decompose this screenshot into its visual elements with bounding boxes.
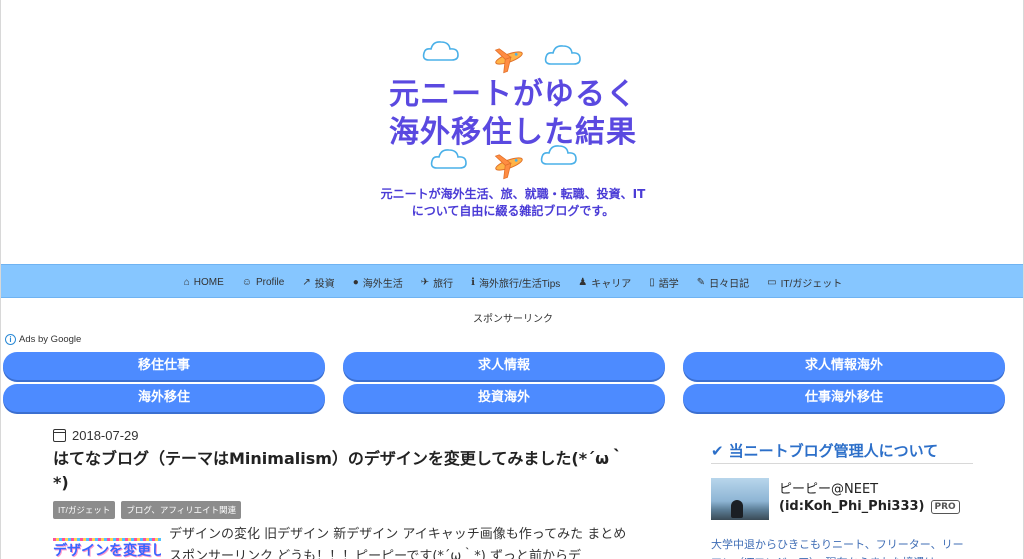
thumbnail-text: デザインを変更し bbox=[53, 543, 161, 559]
nav-item-label: 語学 bbox=[658, 278, 679, 290]
ad-link-button[interactable]: 求人情報 bbox=[343, 352, 665, 380]
person-icon: ♟ bbox=[578, 276, 588, 288]
category-tag[interactable]: IT/ガジェット bbox=[53, 501, 116, 519]
site-header: 元ニートがゆるく 海外移住した結果 元ニートが海外生活、旅、就職・転職、投資、I… bbox=[1, 0, 1023, 264]
post-date-text: 2018-07-29 bbox=[72, 428, 139, 443]
nav-item-language[interactable]: ▯ 語学 bbox=[649, 265, 679, 299]
cloud-icon bbox=[422, 41, 459, 61]
nav-list: ⌂ HOME ☺ Profile ↗ 投資 ● 海外生活 ✈ 旅行 ℹ 海外旅行/生活Tip… bbox=[1, 265, 1023, 299]
globe-icon: ● bbox=[352, 276, 359, 288]
check-icon: ✔ bbox=[711, 441, 724, 460]
site-logo[interactable]: 元ニートがゆるく 海外移住した結果 元ニートが海外生活、旅、就職・転職、投資、I… bbox=[377, 38, 649, 238]
ads-by-google[interactable]: i Ads by Google bbox=[5, 334, 81, 345]
plane-icon: ✈ bbox=[420, 276, 430, 288]
avatar-figure bbox=[731, 500, 743, 518]
edit-icon: ✎ bbox=[696, 276, 706, 288]
sidebar-heading: ✔ 当ニートブログ管理人について bbox=[711, 440, 938, 461]
book-icon: ▯ bbox=[649, 276, 655, 288]
nav-item-travel[interactable]: ✈ 旅行 bbox=[421, 265, 453, 299]
nav-item-label: HOME bbox=[193, 276, 224, 288]
post-date: 2018-07-29 bbox=[53, 428, 633, 443]
cloud-icon bbox=[544, 45, 581, 65]
nav-item-home[interactable]: ⌂ HOME bbox=[184, 265, 224, 299]
ad-link-button[interactable]: 求人情報海外 bbox=[683, 352, 1005, 380]
nav-item-label: 海外旅行/生活Tips bbox=[478, 278, 561, 290]
site-subtitle: 元ニートが海外生活、旅、就職・転職、投資、IT について自由に綴る雑記ブログです… bbox=[371, 186, 655, 220]
nav-item-label: 海外生活 bbox=[362, 278, 403, 290]
nav-item-profile[interactable]: ☺ Profile bbox=[242, 265, 285, 299]
avatar[interactable] bbox=[711, 478, 769, 520]
site-title: 元ニートがゆるく 海外移住した結果 bbox=[377, 76, 649, 152]
calendar-icon bbox=[53, 429, 66, 442]
ad-link-button[interactable]: 移住仕事 bbox=[3, 352, 325, 380]
page-frame: 元ニートがゆるく 海外移住した結果 元ニートが海外生活、旅、就職・転職、投資、I… bbox=[0, 0, 1024, 559]
profile-id-text: (id:Koh_Phi_Phi333) bbox=[779, 499, 925, 514]
profile-icon: ☺ bbox=[241, 276, 252, 288]
laptop-icon: ▭ bbox=[767, 276, 777, 288]
ad-link-button[interactable]: 海外移住 bbox=[3, 384, 325, 412]
sidebar-heading-text: 当ニートブログ管理人について bbox=[728, 442, 939, 460]
chart-icon: ↗ bbox=[302, 276, 311, 288]
category-tag[interactable]: ブログ、アフィリエイト関連 bbox=[121, 501, 242, 519]
profile-id[interactable]: (id:Koh_Phi_Phi333) PRO bbox=[779, 499, 960, 514]
airplane-icon bbox=[494, 48, 523, 74]
ad-link-button[interactable]: 仕事海外移住 bbox=[683, 384, 1005, 412]
nav-item-label: 投資 bbox=[314, 278, 335, 290]
site-title-line1: 元ニートがゆるく bbox=[389, 77, 637, 112]
nav-item-label: IT/ガジェット bbox=[780, 278, 843, 290]
profile-description: 大学中退からひきこもりニート、フリーター、リーマン（ITエンジニア）、現在からま… bbox=[711, 538, 964, 559]
nav-item-overseas-life[interactable]: ● 海外生活 bbox=[353, 265, 403, 299]
nav-item-tips[interactable]: ℹ 海外旅行/生活Tips bbox=[471, 265, 560, 299]
nav-item-diary[interactable]: ✎ 日々日記 bbox=[697, 265, 749, 299]
post-title[interactable]: はてなブログ（テーマはMinimalism）のデザインを変更してみました(*´ω… bbox=[53, 447, 633, 495]
ads-label-text: Ads by Google bbox=[19, 334, 82, 345]
nav-item-it[interactable]: ▭ IT/ガジェット bbox=[767, 265, 842, 299]
nav-item-invest[interactable]: ↗ 投資 bbox=[302, 265, 334, 299]
ad-link-button[interactable]: 投資海外 bbox=[343, 384, 665, 412]
main-nav: ⌂ HOME ☺ Profile ↗ 投資 ● 海外生活 ✈ 旅行 ℹ 海外旅行/生活Tip… bbox=[1, 264, 1023, 299]
post-entry: 2018-07-29 はてなブログ（テーマはMinimalism）のデザインを変… bbox=[53, 428, 633, 519]
sponsor-label: スポンサーリンク bbox=[473, 314, 553, 325]
profile-name[interactable]: ピーピー@NEET bbox=[779, 478, 878, 497]
info-icon: i bbox=[5, 334, 16, 345]
divider bbox=[711, 463, 973, 464]
pro-badge: PRO bbox=[930, 499, 960, 514]
nav-item-label: 旅行 bbox=[433, 278, 454, 290]
nav-item-label: Profile bbox=[255, 276, 285, 288]
home-icon: ⌂ bbox=[183, 276, 190, 288]
info-icon: ℹ bbox=[471, 276, 475, 288]
nav-item-label: キャリア bbox=[591, 278, 632, 290]
post-tags: IT/ガジェット ブログ、アフィリエイト関連 bbox=[53, 501, 633, 519]
post-excerpt: デザインの変化 旧デザイン 新デザイン アイキャッチ画像も作ってみた まとめ ス… bbox=[169, 527, 627, 559]
post-thumbnail[interactable]: デザインを変更し bbox=[53, 528, 161, 559]
nav-item-label: 日々日記 bbox=[709, 278, 750, 290]
site-subtitle-line1: 元ニートが海外生活、旅、就職・転職、投資、IT bbox=[380, 187, 646, 201]
site-subtitle-line2: について自由に綴る雑記ブログです。 bbox=[411, 204, 615, 218]
site-title-line2: 海外移住した結果 bbox=[389, 115, 637, 150]
nav-item-career[interactable]: ♟ キャリア bbox=[578, 265, 631, 299]
